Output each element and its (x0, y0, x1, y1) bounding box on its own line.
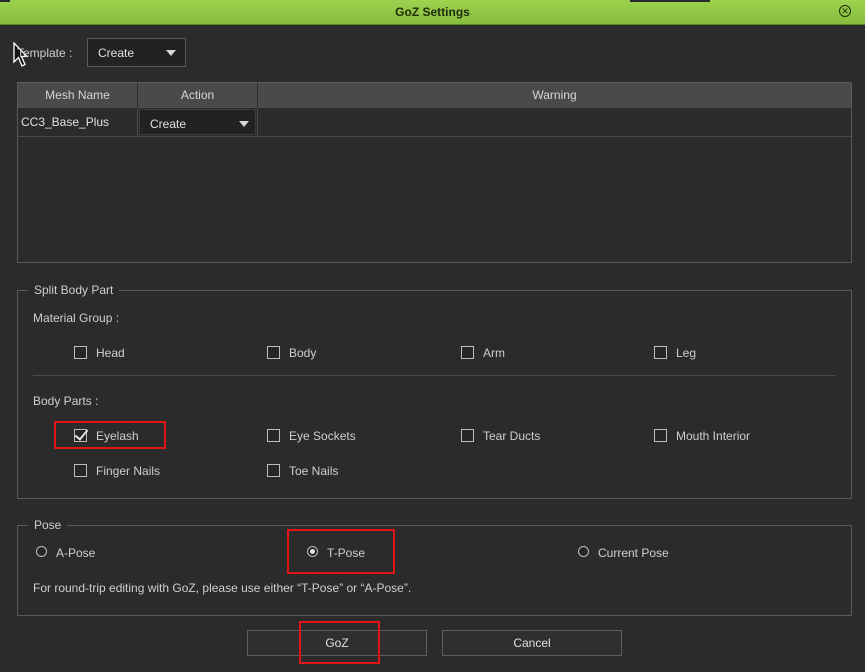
action-dropdown[interactable]: Create (139, 109, 256, 135)
checkbox-arm-label[interactable]: Arm (483, 346, 505, 360)
group-title-pose: Pose (28, 518, 68, 532)
action-value: Create (150, 117, 187, 131)
checkbox-leg[interactable] (654, 346, 667, 359)
checkbox-toe-nails[interactable] (267, 464, 280, 477)
cancel-button[interactable]: Cancel (442, 630, 622, 656)
checkbox-finger-nails-label[interactable]: Finger Nails (96, 464, 160, 478)
cell-action: Create (138, 108, 258, 137)
background-strip (0, 0, 10, 2)
pose-group: Pose (17, 518, 852, 616)
checkbox-tear-ducts[interactable] (461, 429, 474, 442)
cell-mesh-name: CC3_Base_Plus (18, 108, 138, 137)
highlight-box (54, 421, 166, 449)
radio-current-pose-label[interactable]: Current Pose (598, 546, 669, 560)
checkbox-eye-sockets-label[interactable]: Eye Sockets (289, 429, 356, 443)
mesh-table: Mesh Name Action Warning CC3_Base_Plus C… (17, 82, 852, 263)
checkbox-arm[interactable] (461, 346, 474, 359)
column-header-mesh-name[interactable]: Mesh Name (18, 83, 138, 108)
highlight-box (287, 529, 395, 574)
highlight-box (299, 621, 380, 664)
chevron-down-icon (166, 50, 176, 56)
chevron-down-icon (239, 121, 249, 127)
checkbox-head[interactable] (74, 346, 87, 359)
radio-a-pose[interactable] (36, 546, 47, 557)
checkbox-body-label[interactable]: Body (289, 346, 316, 360)
checkbox-mouth-interior-label[interactable]: Mouth Interior (676, 429, 750, 443)
column-header-warning[interactable]: Warning (258, 83, 851, 108)
body-parts-label: Body Parts : (33, 394, 99, 408)
cell-warning (258, 108, 851, 137)
checkbox-leg-label[interactable]: Leg (676, 346, 696, 360)
pose-note: For round-trip editing with GoZ, please … (33, 581, 412, 595)
checkbox-tear-ducts-label[interactable]: Tear Ducts (483, 429, 540, 443)
column-header-action[interactable]: Action (138, 83, 258, 108)
group-title-split-body-part: Split Body Part (28, 283, 120, 297)
template-label: Template : (17, 46, 73, 60)
checkbox-mouth-interior[interactable] (654, 429, 667, 442)
radio-a-pose-label[interactable]: A-Pose (56, 546, 95, 560)
checkbox-finger-nails[interactable] (74, 464, 87, 477)
template-dropdown[interactable]: Create (87, 38, 186, 67)
title-bar: GoZ Settings ✕ (0, 0, 865, 25)
window-title: GoZ Settings (395, 5, 470, 19)
checkbox-body[interactable] (267, 346, 280, 359)
material-group-label: Material Group : (33, 311, 120, 325)
group-divider (33, 375, 836, 376)
template-value: Create (98, 46, 135, 60)
background-strip (630, 0, 710, 2)
checkbox-eye-sockets[interactable] (267, 429, 280, 442)
checkbox-toe-nails-label[interactable]: Toe Nails (289, 464, 338, 478)
close-icon[interactable]: ✕ (839, 5, 851, 17)
checkbox-head-label[interactable]: Head (96, 346, 125, 360)
radio-current-pose[interactable] (578, 546, 589, 557)
